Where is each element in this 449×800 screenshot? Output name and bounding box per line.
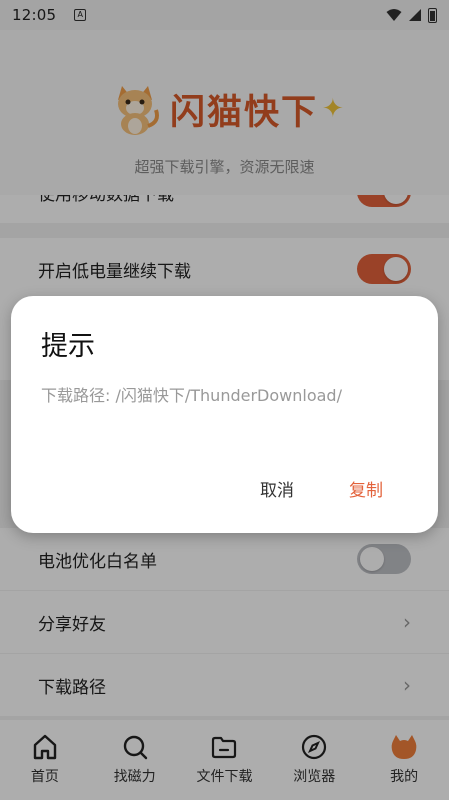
copy-button[interactable]: 复制: [349, 476, 383, 501]
dialog-title: 提示: [41, 331, 95, 362]
dialog-message: 下载路径: /闪猫快下/ThunderDownload/: [41, 386, 342, 405]
cancel-button[interactable]: 取消: [260, 476, 294, 501]
tip-dialog: 提示 下载路径: /闪猫快下/ThunderDownload/ 取消 复制: [11, 296, 438, 533]
